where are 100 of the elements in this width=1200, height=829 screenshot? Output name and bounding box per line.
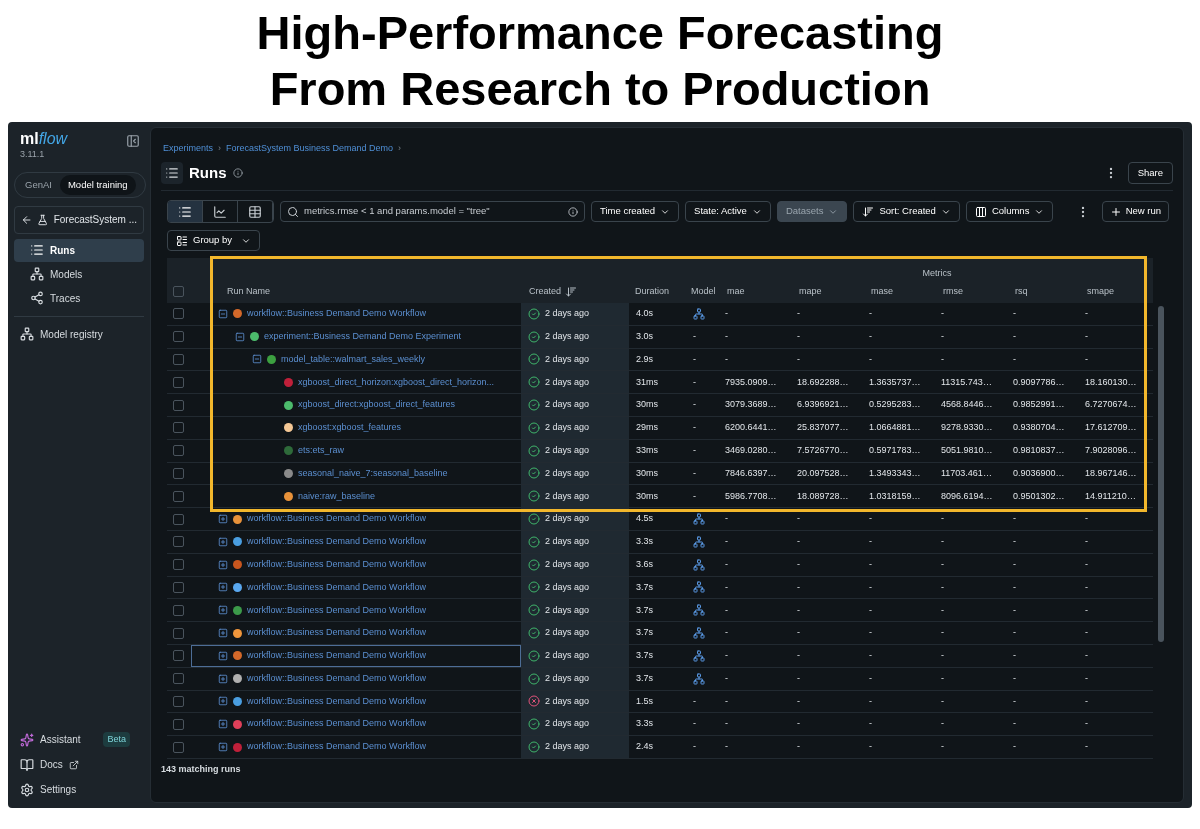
run-name-cell[interactable]: workflow::Business Demand Demo Workflow	[191, 508, 521, 530]
row-checkbox[interactable]	[173, 559, 184, 571]
expand-icon[interactable]	[218, 605, 228, 616]
sidebar-nav-item[interactable]: Models	[14, 262, 144, 286]
run-name-link[interactable]: workflow::Business Demand Demo Workflow	[247, 512, 426, 526]
view-toggle[interactable]	[168, 201, 203, 222]
model-icon[interactable]	[693, 604, 705, 617]
run-name-link[interactable]: workflow::Business Demand Demo Workflow	[247, 603, 426, 617]
run-name-link[interactable]: workflow::Business Demand Demo Workflow	[247, 649, 426, 663]
run-name-cell[interactable]: workflow::Business Demand Demo Workflow	[191, 713, 521, 736]
row-checkbox[interactable]	[173, 718, 184, 730]
column-header[interactable]: mase	[871, 284, 893, 299]
row-checkbox[interactable]	[173, 308, 184, 320]
sidebar-nav-item[interactable]: Traces	[14, 286, 144, 310]
run-name-link[interactable]: workflow::Business Demand Demo Workflow	[247, 740, 426, 754]
run-name-link[interactable]: workflow::Business Demand Demo Workflow	[247, 694, 426, 709]
run-name-link[interactable]: model_table::walmart_sales_weekly	[281, 352, 426, 367]
column-header[interactable]: mape	[799, 284, 822, 299]
row-checkbox[interactable]	[173, 536, 184, 548]
run-name-link[interactable]: workflow::Business Demand Demo Workflow	[247, 626, 426, 640]
filter-dropdown[interactable]: Time created	[591, 201, 680, 222]
sidebar-bottom-item[interactable]: Settings	[14, 779, 144, 800]
run-name-cell[interactable]: experiment::Business Demand Demo Experiment	[191, 325, 521, 348]
row-checkbox[interactable]	[173, 650, 184, 662]
model-registry-item[interactable]: Model registry	[14, 322, 144, 346]
share-button[interactable]: Share	[1127, 161, 1173, 184]
mode-option[interactable]: Model training	[59, 174, 136, 195]
run-name-cell[interactable]: seasonal_naive_7:seasonal_baseline	[191, 462, 521, 485]
run-name-link[interactable]: seasonal_naive_7:seasonal_baseline	[298, 466, 448, 481]
expand-icon[interactable]	[218, 673, 228, 684]
row-checkbox[interactable]	[173, 695, 184, 707]
run-name-cell[interactable]: workflow::Business Demand Demo Workflow	[191, 599, 521, 622]
run-name-link[interactable]: workflow::Business Demand Demo Workflow	[247, 557, 426, 572]
model-icon[interactable]	[693, 513, 705, 526]
expand-icon[interactable]	[218, 650, 228, 661]
model-icon[interactable]	[693, 307, 705, 320]
column-header[interactable]: Duration	[635, 284, 670, 299]
expand-icon[interactable]	[218, 628, 228, 639]
sort-icon[interactable]	[565, 285, 578, 298]
row-checkbox[interactable]	[173, 445, 184, 457]
run-name-cell[interactable]: workflow::Business Demand Demo Workflow	[191, 690, 521, 713]
info-icon[interactable]	[568, 206, 578, 217]
run-name-link[interactable]: xgboost:xgboost_features	[298, 421, 402, 435]
run-name-link[interactable]: workflow::Business Demand Demo Workflow	[247, 307, 426, 321]
collapse-icon[interactable]	[218, 308, 228, 319]
filter-dropdown[interactable]: Sort: Created	[853, 201, 960, 222]
run-name-link[interactable]: xgboost_direct:xgboost_direct_features	[298, 398, 456, 412]
expand-icon[interactable]	[218, 582, 228, 593]
expand-icon[interactable]	[218, 536, 228, 547]
row-checkbox[interactable]	[173, 741, 184, 753]
sidebar-bottom-item[interactable]: Docs	[14, 754, 144, 775]
expand-icon[interactable]	[218, 719, 228, 730]
search-field[interactable]: metrics.rmse < 1 and params.model = "tree"	[280, 201, 585, 222]
column-header[interactable]: Created	[529, 284, 562, 299]
column-header[interactable]: smape	[1087, 284, 1114, 299]
run-name-cell[interactable]: workflow::Business Demand Demo Workflow	[191, 667, 521, 690]
run-name-link[interactable]: workflow::Business Demand Demo Workflow	[247, 717, 426, 731]
breadcrumb-link[interactable]: Experiments	[163, 142, 214, 156]
collapse-icon[interactable]	[252, 354, 262, 365]
row-checkbox[interactable]	[173, 627, 184, 639]
run-name-cell[interactable]: workflow::Business Demand Demo Workflow	[191, 530, 521, 553]
expand-icon[interactable]	[218, 559, 228, 570]
run-name-cell[interactable]: workflow::Business Demand Demo Workflow	[191, 303, 521, 325]
column-header[interactable]: Run Name	[227, 284, 271, 299]
row-checkbox[interactable]	[173, 331, 184, 343]
run-name-cell[interactable]: ets:ets_raw	[191, 439, 521, 462]
model-icon[interactable]	[693, 649, 705, 662]
run-name-cell[interactable]: model_table::walmart_sales_weekly	[191, 348, 521, 371]
select-all-checkbox[interactable]	[173, 286, 184, 297]
row-checkbox[interactable]	[173, 467, 184, 479]
run-name-cell[interactable]: xgboost:xgboost_features	[191, 417, 521, 439]
row-checkbox[interactable]	[173, 422, 184, 434]
row-checkbox[interactable]	[173, 399, 184, 411]
run-name-link[interactable]: workflow::Business Demand Demo Workflow	[247, 671, 426, 686]
breadcrumb-link[interactable]: ForecastSystem Business Demand Demo	[226, 142, 394, 156]
row-checkbox[interactable]	[173, 513, 184, 525]
column-header[interactable]: rsq	[1015, 284, 1028, 299]
experiment-back-button[interactable]: ForecastSystem ...	[14, 205, 144, 234]
group-by-button[interactable]: Group by	[167, 230, 261, 251]
run-name-cell[interactable]: xgboost_direct:xgboost_direct_features	[191, 394, 521, 416]
row-checkbox[interactable]	[173, 604, 184, 616]
column-header[interactable]: Model	[691, 284, 716, 299]
collapse-sidebar-icon[interactable]	[126, 134, 140, 148]
model-icon[interactable]	[693, 535, 705, 548]
run-name-link[interactable]: xgboost_direct_horizon:xgboost_direct_horizon...	[298, 375, 495, 390]
row-checkbox[interactable]	[173, 354, 184, 365]
row-checkbox[interactable]	[173, 581, 184, 593]
model-icon[interactable]	[693, 627, 705, 640]
column-header[interactable]: rmse	[943, 284, 963, 299]
run-name-cell[interactable]: workflow::Business Demand Demo Workflow	[191, 576, 521, 599]
run-name-link[interactable]: workflow::Business Demand Demo Workflow	[247, 535, 426, 549]
model-icon[interactable]	[693, 672, 705, 685]
sidebar-nav-item[interactable]: Runs	[14, 238, 144, 262]
run-name-cell[interactable]: workflow::Business Demand Demo Workflow	[191, 736, 521, 758]
run-name-link[interactable]: ets:ets_raw	[298, 443, 345, 458]
model-icon[interactable]	[693, 558, 705, 571]
expand-icon[interactable]	[218, 696, 228, 707]
run-name-link[interactable]: experiment::Business Demand Demo Experiment	[264, 329, 462, 344]
row-checkbox[interactable]	[173, 376, 184, 388]
row-checkbox[interactable]	[173, 673, 184, 685]
